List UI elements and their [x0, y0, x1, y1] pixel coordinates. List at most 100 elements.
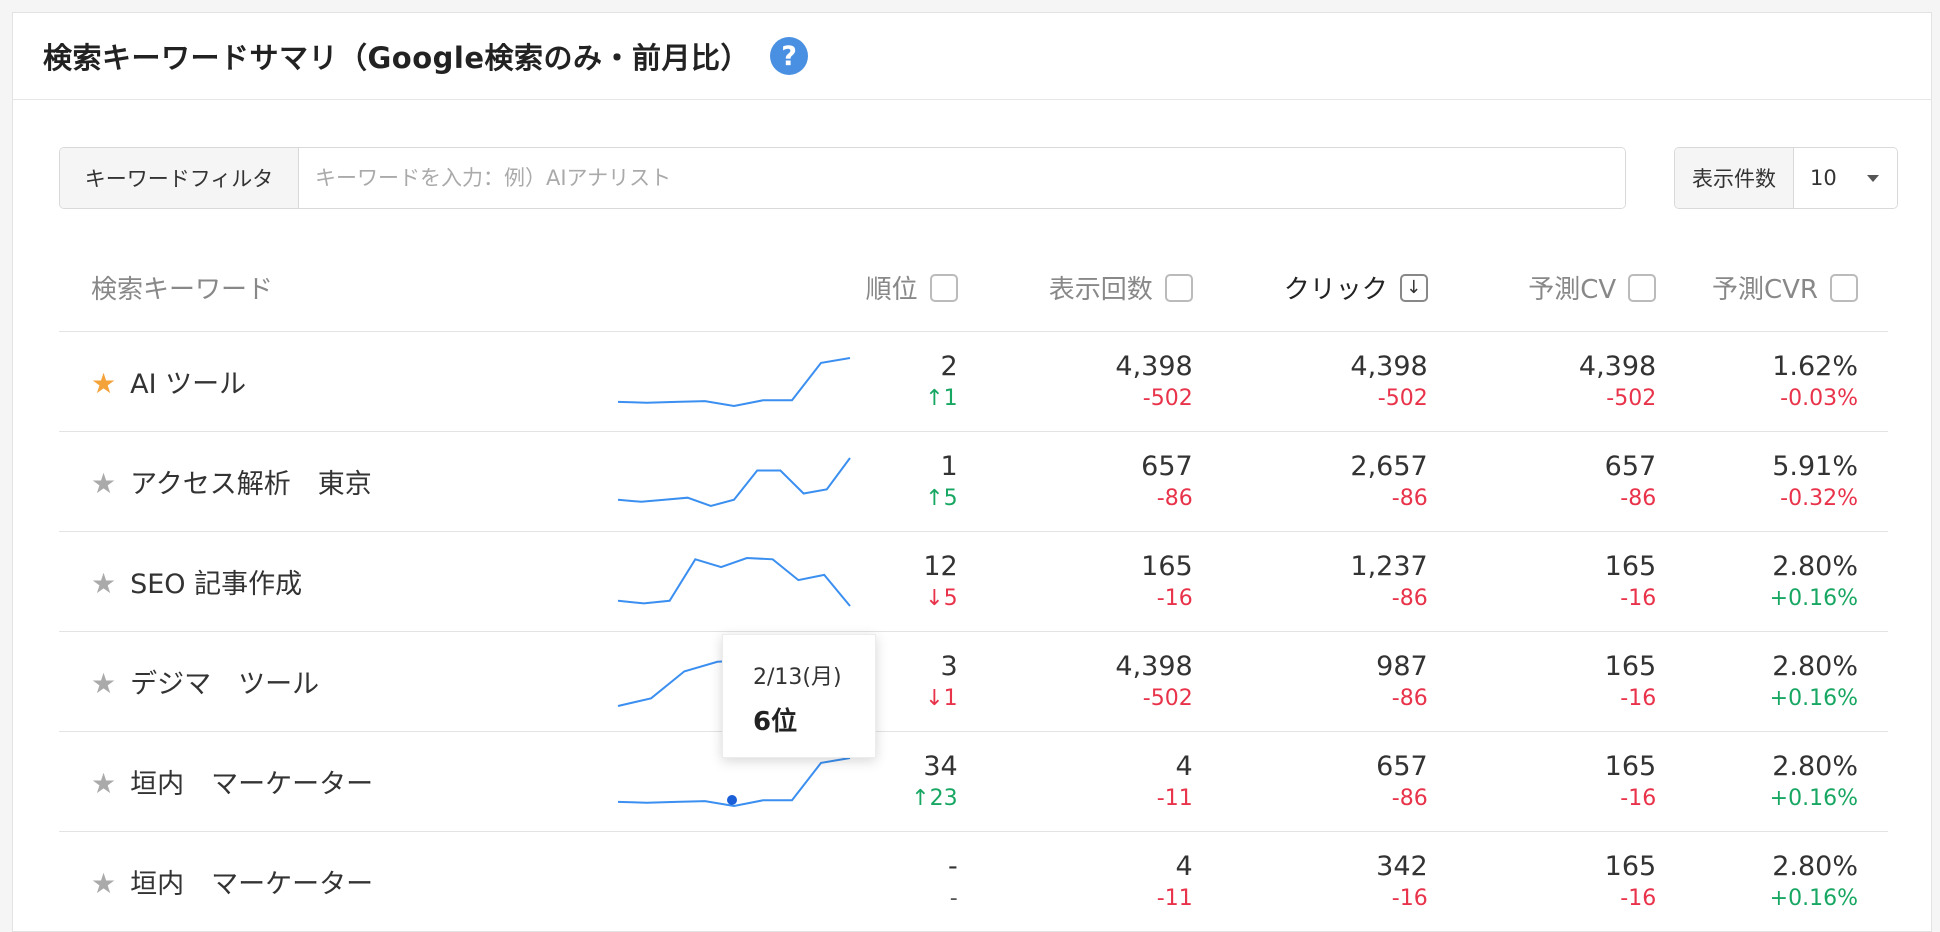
display-count-dropdown[interactable]: 10: [1794, 148, 1897, 208]
keyword-filter-input[interactable]: [299, 148, 1625, 208]
clicks-delta: -86: [1391, 785, 1428, 811]
clicks-value: 2,657: [1350, 450, 1428, 482]
rank-value: 12: [923, 550, 958, 582]
impressions-value: 4: [1175, 750, 1193, 782]
impressions-delta: -11: [1156, 885, 1193, 911]
rank-cell: 34 ↑23: [864, 731, 958, 832]
cvr-cell: 1.62% -0.03%: [1656, 331, 1888, 432]
keyword-filter: キーワードフィルタ: [59, 147, 1626, 209]
rank-sparkline-cell[interactable]: [613, 331, 865, 432]
clicks-value: 4,398: [1350, 350, 1428, 382]
impressions-delta: -86: [1156, 485, 1193, 511]
cv-cell: 165 -16: [1427, 531, 1657, 632]
tooltip-date: 2/13(月): [753, 665, 842, 690]
display-count-label: 表示件数: [1675, 148, 1794, 208]
rank-tooltip: 2/13(月) 6位: [722, 634, 876, 758]
cvr-cell: 5.91% -0.32%: [1656, 431, 1888, 532]
table-row[interactable]: ★ 垣内 マーケーター 34 ↑23 4 -11 657 -86 165 -16 2.80% +0.1…: [59, 731, 1888, 832]
rank-sparkline-cell[interactable]: [613, 431, 865, 532]
header-spark: [613, 243, 865, 332]
cvr-delta: +0.16%: [1769, 585, 1858, 611]
cvr-delta: +0.16%: [1769, 885, 1858, 911]
impressions-delta: -502: [1142, 685, 1193, 711]
rank-sparkline: [617, 556, 851, 607]
cv-value: 165: [1604, 850, 1657, 882]
table-row[interactable]: ★ アクセス解析 東京 1 ↑5 657 -86 2,657 -86 657 -86 5.91% -0…: [59, 431, 1888, 532]
clicks-cell: 4,398 -502: [1192, 331, 1428, 432]
rank-sparkline: [617, 356, 851, 407]
impressions-cell: 4 -11: [957, 731, 1193, 832]
clicks-cell: 342 -16: [1192, 831, 1428, 932]
sort-rank-checkbox[interactable]: [929, 274, 958, 302]
keyword-text[interactable]: SEO 記事作成: [130, 569, 302, 600]
cv-value: 165: [1604, 550, 1657, 582]
impressions-value: 4,398: [1115, 650, 1193, 682]
rank-cell: --: [864, 831, 958, 932]
rank-value: 1: [940, 450, 958, 482]
clicks-delta: -502: [1377, 385, 1428, 411]
cv-delta: -502: [1606, 385, 1657, 411]
star-icon[interactable]: ★: [91, 367, 116, 400]
cv-cell: 4,398 -502: [1427, 331, 1657, 432]
keyword-cell: ★ 垣内 マーケーター: [59, 831, 614, 932]
cv-cell: 165 -16: [1427, 631, 1657, 732]
rank-value: 34: [923, 750, 958, 782]
keyword-text[interactable]: デジマ ツール: [130, 669, 319, 700]
rank-cell: 2 ↑1: [864, 331, 958, 432]
cvr-cell: 2.80% +0.16%: [1656, 531, 1888, 632]
cv-value: 165: [1604, 650, 1657, 682]
header-keyword-label: 検索キーワード: [91, 274, 274, 305]
impressions-cell: 4,398 -502: [957, 331, 1193, 432]
rank-cell: 12 ↓5: [864, 531, 958, 632]
question-circle-icon[interactable]: ?: [770, 37, 809, 75]
sort-cv-checkbox[interactable]: [1628, 274, 1657, 302]
header-clicks-label: クリック: [1283, 274, 1388, 305]
keyword-text[interactable]: 垣内 マーケーター: [130, 869, 373, 900]
sort-impressions-checkbox[interactable]: [1164, 274, 1193, 302]
cv-value: 165: [1604, 750, 1657, 782]
impressions-cell: 4 -11: [957, 831, 1193, 932]
keyword-cell: ★ 垣内 マーケーター: [59, 731, 614, 832]
cvr-delta: +0.16%: [1769, 685, 1858, 711]
keyword-text[interactable]: 垣内 マーケーター: [130, 769, 373, 800]
header-cv-label: 予測CV: [1528, 274, 1617, 305]
rank-cell: 1 ↑5: [864, 431, 958, 532]
cvr-value: 2.80%: [1772, 850, 1858, 882]
star-icon[interactable]: ★: [91, 567, 116, 600]
impressions-delta: -11: [1156, 785, 1193, 811]
header-impressions: 表示回数: [957, 243, 1193, 332]
cv-cell: 165 -16: [1427, 831, 1657, 932]
keyword-cell: ★ デジマ ツール: [59, 631, 614, 732]
keyword-text[interactable]: アクセス解析 東京: [130, 469, 372, 500]
table-row[interactable]: ★ SEO 記事作成 12 ↓5 165 -16 1,237 -86 165 -16 2.80% +0…: [59, 531, 1888, 632]
clicks-value: 657: [1376, 750, 1428, 782]
star-icon[interactable]: ★: [91, 667, 116, 700]
cvr-cell: 2.80% +0.16%: [1656, 631, 1888, 732]
sparkline-hover-point: [726, 794, 737, 805]
impressions-delta: -502: [1142, 385, 1193, 411]
sparkline-path: [617, 556, 851, 607]
rank-cell: 3 ↓1: [864, 631, 958, 732]
header-impressions-label: 表示回数: [1048, 274, 1153, 305]
star-icon[interactable]: ★: [91, 467, 116, 500]
table-row[interactable]: ★ デジマ ツール 3 ↓1 4,398 -502 987 -86 165 -16 2.80% +0.…: [59, 631, 1888, 732]
sort-cvr-checkbox[interactable]: [1830, 274, 1858, 302]
cvr-value: 2.80%: [1772, 550, 1858, 582]
display-count-select: 表示件数 10: [1674, 147, 1898, 209]
keyword-cell: ★ AI ツール: [59, 331, 614, 432]
table-row[interactable]: ★ AI ツール 2 ↑1 4,398 -502 4,398 -502 4,398 -502 1.6…: [59, 331, 1888, 432]
keyword-text[interactable]: AI ツール: [130, 369, 246, 400]
rank-sparkline-cell[interactable]: [613, 531, 865, 632]
cv-cell: 165 -16: [1427, 731, 1657, 832]
star-icon[interactable]: ★: [91, 767, 116, 800]
clicks-cell: 2,657 -86: [1192, 431, 1428, 532]
rank-sparkline-cell[interactable]: [613, 831, 865, 932]
table-row[interactable]: ★ 垣内 マーケーター - -4 -11 342 -16 165 -16 2.80% +0.16%: [59, 831, 1888, 932]
star-icon[interactable]: ★: [91, 867, 116, 900]
cv-cell: 657 -86: [1427, 431, 1657, 532]
clicks-delta: -86: [1391, 585, 1428, 611]
sort-clicks-button[interactable]: ↓: [1399, 274, 1428, 302]
cv-value: 657: [1604, 450, 1657, 482]
keyword-cell: ★ SEO 記事作成: [59, 531, 614, 632]
cv-value: 4,398: [1578, 350, 1657, 382]
